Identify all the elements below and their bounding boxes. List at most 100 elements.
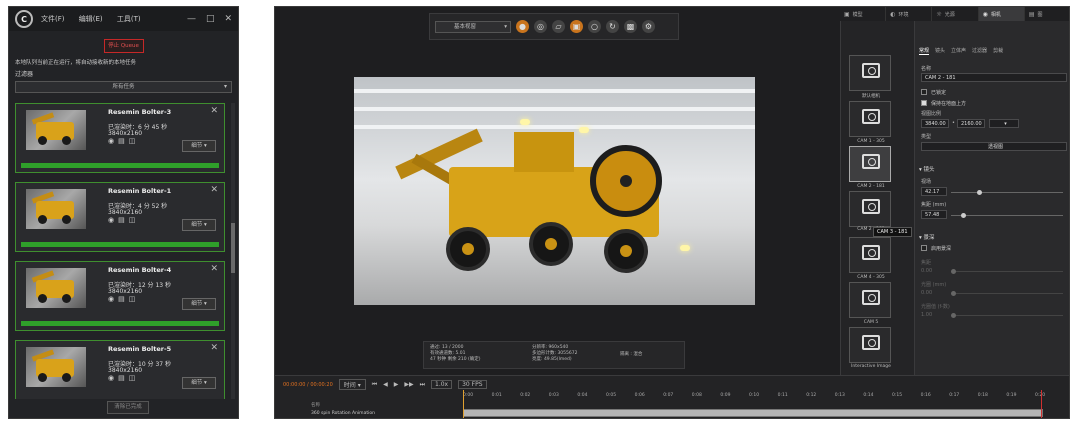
time-mode-select[interactable]: 时间 ▾ [338, 379, 366, 390]
camera-card[interactable] [849, 282, 891, 318]
camera-select[interactable]: 基本视窗 ▾ [435, 20, 511, 33]
turntable-icon[interactable]: ▱ [552, 20, 565, 33]
camera-card[interactable] [849, 101, 891, 137]
tab-camera[interactable]: ◉ 相机 [978, 7, 1025, 21]
playhead[interactable] [463, 390, 464, 418]
skip-end-icon[interactable]: ⏭ [420, 381, 425, 389]
timeline-tick: 0:05 [606, 393, 617, 398]
tab-lights[interactable]: ☼ 光源 [932, 7, 979, 21]
fov-slider[interactable] [951, 190, 1063, 195]
camera-icon[interactable]: ◉ [108, 295, 114, 303]
camera-icon [862, 245, 880, 260]
keep-above-ground-label: 保持在地面上方 [931, 101, 967, 107]
job-detail-button[interactable]: 细节 ▾ [182, 298, 216, 310]
fov-input[interactable]: 42.17 [921, 187, 947, 196]
folder-icon[interactable]: ▤ [118, 295, 125, 303]
camera-name-input[interactable]: CAM 2 - 181 [921, 73, 1067, 82]
job-detail-button[interactable]: 细节 ▾ [182, 377, 216, 389]
layers-icon[interactable]: ◫ [129, 374, 136, 382]
dof-section-header[interactable]: ▾ 景深 [919, 233, 935, 241]
maximize-icon[interactable]: □ [206, 14, 215, 24]
aspect-preset-select[interactable]: ▾ [989, 119, 1019, 128]
filter-select[interactable]: 所有任务 ▾ [15, 81, 232, 93]
camera-icon[interactable]: ◉ [108, 216, 114, 224]
lens-section-header[interactable]: ▾ 镜头 [919, 165, 935, 173]
aspect-height-input[interactable]: 2160.00 [957, 119, 985, 128]
link-icon[interactable]: • [952, 120, 955, 126]
dof-enable-checkbox[interactable] [921, 245, 927, 251]
aspect-width-input[interactable]: 3840.00 [921, 119, 949, 128]
job-detail-button[interactable]: 细节 ▾ [182, 219, 216, 231]
animation-track-bar[interactable] [463, 409, 1043, 417]
image-icon: ▤ [1028, 10, 1035, 18]
camera-label: CAM 1 - 305 [857, 139, 885, 144]
focal-length-slider[interactable] [951, 213, 1063, 218]
menu-file[interactable]: 文件(F) [41, 15, 65, 23]
remove-job-icon[interactable]: ✕ [210, 106, 218, 116]
tab-filter[interactable]: 过滤器 [972, 47, 987, 55]
layers-icon[interactable]: ◫ [129, 137, 136, 145]
camera-select-value: 基本视窗 [454, 23, 477, 30]
layers-icon[interactable]: ◫ [129, 295, 136, 303]
close-icon[interactable]: ✕ [224, 14, 232, 24]
camera-card[interactable] [849, 327, 891, 363]
menu-tools[interactable]: 工具(T) [117, 15, 141, 23]
locked-checkbox[interactable] [921, 89, 927, 95]
tab-stereo[interactable]: 立体声 [951, 47, 966, 55]
play-icon[interactable]: ▶ [394, 381, 399, 388]
camera-type-select[interactable]: 透视图 [921, 142, 1067, 151]
next-frame-icon[interactable]: ▶▶ [404, 381, 413, 388]
job-card[interactable]: Resemin Bolter-1 已渲染时：4 分 52 秒 3840x2160… [15, 182, 225, 252]
job-card[interactable]: Resemin Bolter-5 已渲染时：10 分 37 秒 3840x216… [15, 340, 225, 399]
tab-models[interactable]: ▣ 模型 [840, 7, 887, 21]
sphere-icon[interactable]: ◎ [534, 20, 547, 33]
timeline-ruler[interactable]: 0:00 0:01 0:02 0:03 0:04 0:05 0:06 0:07 0:08 0:09… [463, 393, 1045, 401]
focal-length-input[interactable]: 57.48 [921, 210, 947, 219]
folder-icon[interactable]: ▤ [118, 137, 125, 145]
menu-edit[interactable]: 编辑(E) [79, 15, 103, 23]
prev-frame-icon[interactable]: ◀ [383, 381, 388, 388]
camera-card[interactable] [849, 55, 891, 91]
refresh-icon[interactable]: ↻ [606, 20, 619, 33]
screenshot-icon[interactable]: ▩ [624, 20, 637, 33]
timeline-tick: 0:04 [577, 393, 588, 398]
camera-card-selected[interactable] [849, 146, 891, 182]
timecode: 00:00:00 / 00:00:20 [283, 381, 333, 388]
keep-above-ground-checkbox[interactable] [921, 100, 927, 106]
job-detail-button[interactable]: 细节 ▾ [182, 140, 216, 152]
remove-job-icon[interactable]: ✕ [210, 264, 218, 274]
fstop-slider[interactable] [951, 313, 1063, 318]
tab-general[interactable]: 常规 [919, 47, 930, 55]
render-viewport[interactable]: 基本视窗 ▾ ● ◎ ▱ ▣ ○ ↻ ▩ ⚙ 通过: 13 / 2000 有效通… [275, 7, 840, 375]
tab-environment[interactable]: ◐ 环境 [886, 7, 933, 21]
minimize-icon[interactable]: — [187, 14, 196, 24]
dof-distance-slider[interactable] [951, 269, 1063, 274]
camera-card[interactable] [849, 237, 891, 273]
camera-icon[interactable]: ◉ [108, 374, 114, 382]
tab-lens[interactable]: 镜头 [935, 47, 945, 55]
job-card[interactable]: Resemin Bolter-4 已渲染时：12 分 13 秒 3840x216… [15, 261, 225, 331]
light-icon[interactable]: ○ [588, 20, 601, 33]
camera-card[interactable] [849, 191, 891, 227]
aperture-slider[interactable] [951, 291, 1063, 296]
remove-job-icon[interactable]: ✕ [210, 185, 218, 195]
speed-select[interactable]: 1.0x [431, 380, 453, 389]
job-list-scrollbar[interactable] [231, 103, 235, 399]
folder-icon[interactable]: ▤ [118, 216, 125, 224]
remove-job-icon[interactable]: ✕ [210, 343, 218, 353]
layers-icon[interactable]: ◫ [129, 216, 136, 224]
fps-select[interactable]: 30 FPS [458, 380, 487, 389]
material-icon[interactable]: ▣ [570, 20, 583, 33]
track-name[interactable]: 360 spin Rotation Animation [311, 411, 375, 416]
tab-image[interactable]: ▤ 图 [1025, 7, 1069, 21]
job-card[interactable]: Resemin Bolter-3 已渲染时：6 分 45 秒 3840x2160… [15, 103, 225, 173]
tab-clipping[interactable]: 剪裁 [993, 47, 1003, 55]
skip-start-icon[interactable]: ⏮ [372, 381, 377, 389]
folder-icon[interactable]: ▤ [118, 374, 125, 382]
clear-completed-button[interactable]: 清除已完成 [107, 401, 149, 414]
settings-icon[interactable]: ⚙ [642, 20, 655, 33]
stop-queue-button[interactable]: 停止 Queue [103, 39, 144, 53]
end-marker[interactable] [1041, 390, 1042, 418]
camera-icon[interactable]: ◉ [108, 137, 114, 145]
render-mode-icon[interactable]: ● [516, 20, 529, 33]
